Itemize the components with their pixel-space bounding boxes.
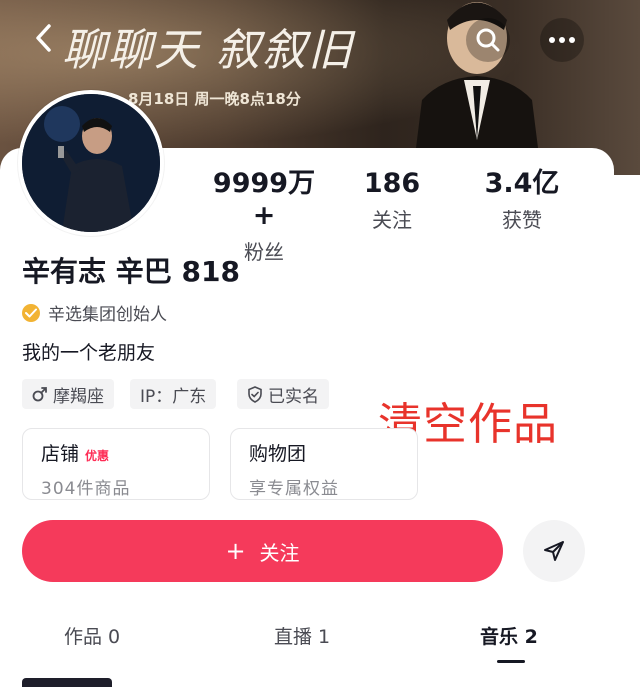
tag-zodiac: 摩羯座 <box>22 379 114 409</box>
group-buy-title-row: 购物团 <box>249 439 399 466</box>
shop-subtitle: 304件商品 <box>41 479 131 499</box>
avatar-image <box>22 94 160 232</box>
back-arrow-icon <box>36 24 51 52</box>
shop-discount-badge: 优惠 <box>85 449 110 463</box>
tag-realname: 已实名 <box>237 379 329 409</box>
more-button[interactable] <box>540 18 584 62</box>
following-label: 关注 <box>372 208 412 232</box>
send-icon <box>544 541 564 561</box>
back-button[interactable] <box>22 16 66 60</box>
tab-music[interactable]: 音乐 2 <box>480 622 538 649</box>
verification-row: 辛选集团创始人 <box>22 300 167 325</box>
group-buy-card[interactable]: 购物团 享专属权益 <box>230 428 418 500</box>
search-icon <box>476 28 500 52</box>
likes-count: 3.4亿 <box>484 168 560 199</box>
shop-title: 店铺 <box>41 443 80 465</box>
group-buy-subtitle: 享专属权益 <box>249 479 339 499</box>
stat-likes[interactable]: 3.4亿 获赞 <box>462 168 582 233</box>
banner-title: 聊聊天 叙叙旧 <box>62 25 354 76</box>
follow-button[interactable]: + 关注 <box>22 520 503 582</box>
group-buy-title: 购物团 <box>249 443 307 465</box>
tab-works[interactable]: 作品 0 <box>64 622 120 649</box>
shop-title-row: 店铺 优惠 <box>41 439 191 466</box>
plus-icon: + <box>225 537 246 565</box>
follow-label: 关注 <box>259 540 300 565</box>
stat-following[interactable]: 186 关注 <box>332 168 452 233</box>
following-count: 186 <box>363 168 421 199</box>
active-tab-indicator <box>497 660 525 663</box>
followers-count: 9999万+ <box>212 168 316 231</box>
share-button[interactable] <box>523 520 585 582</box>
likes-label: 获赞 <box>502 208 542 232</box>
verification-text: 辛选集团创始人 <box>48 305 167 325</box>
search-button[interactable] <box>466 18 510 62</box>
male-icon <box>32 386 48 402</box>
profile-bio: 我的一个老朋友 <box>22 342 156 364</box>
shop-card[interactable]: 店铺 优惠 304件商品 <box>22 428 210 500</box>
banner-subtitle: 8月18日 周一晚8点18分 <box>128 90 301 108</box>
content-thumbnail[interactable] <box>22 678 112 687</box>
tag-ip-location: IP：广东 <box>130 379 217 409</box>
verified-check-icon <box>22 303 40 322</box>
profile-name: 辛有志 辛巴 818 <box>22 255 240 288</box>
tab-live[interactable]: 直播 1 <box>274 622 330 649</box>
tag-zodiac-label: 摩羯座 <box>53 386 104 407</box>
tag-realname-label: 已实名 <box>268 386 319 407</box>
tag-ip-label: IP：广东 <box>140 386 207 407</box>
more-dots-icon <box>549 37 575 43</box>
avatar[interactable] <box>18 90 164 236</box>
shield-check-icon <box>247 385 263 403</box>
